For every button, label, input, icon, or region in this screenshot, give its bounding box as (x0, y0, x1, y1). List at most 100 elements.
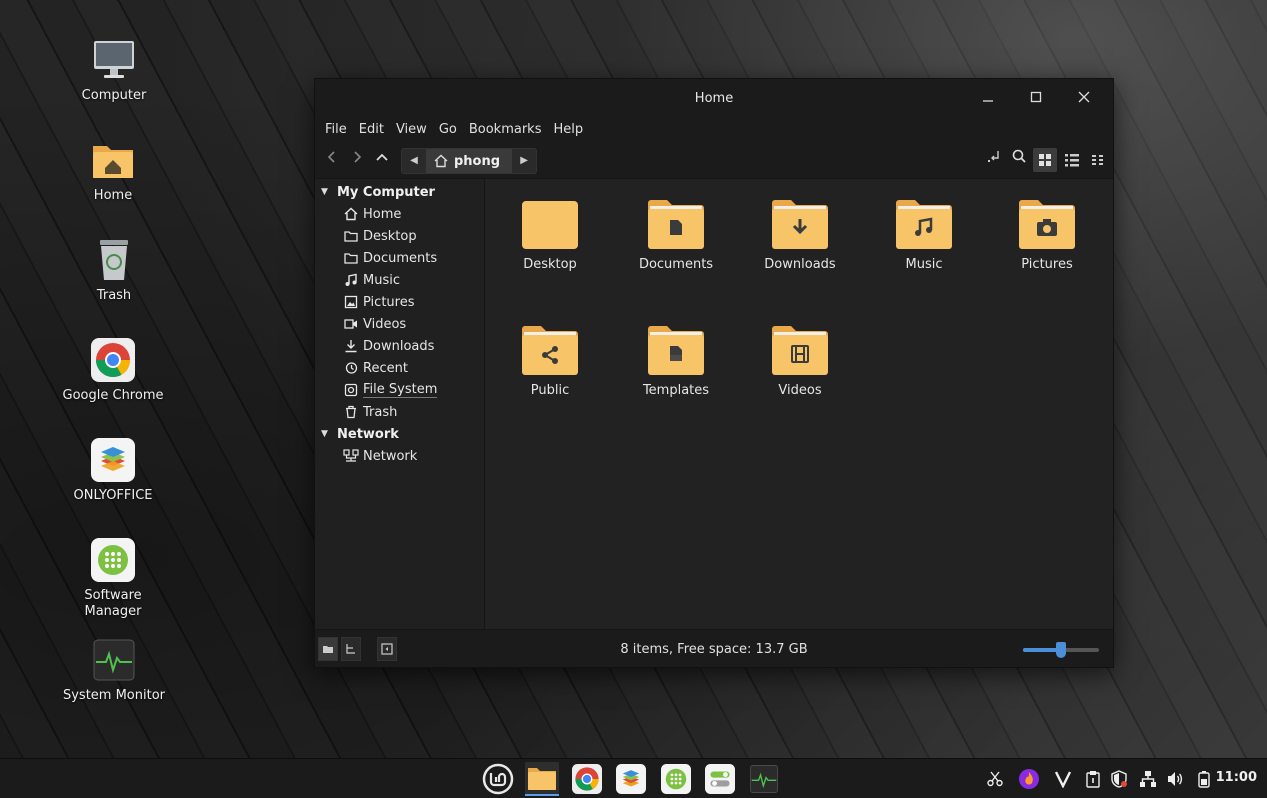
onlyoffice-icon (616, 764, 646, 794)
clock-history-icon (345, 362, 358, 374)
file-item-videos[interactable]: Videos (745, 325, 855, 398)
sidebar-item-file-system[interactable]: File System (315, 379, 484, 401)
minimize-button[interactable] (975, 87, 1001, 111)
list-view-button[interactable] (1060, 148, 1084, 172)
network-icon (1140, 771, 1156, 787)
desktop-icon-home[interactable]: Home (58, 138, 168, 204)
close-icon (1078, 91, 1090, 103)
sidebar-item-pictures[interactable]: Pictures (315, 291, 484, 313)
maximize-button[interactable] (1023, 87, 1049, 111)
file-item-pictures[interactable]: Pictures (992, 199, 1102, 272)
list-icon (1065, 154, 1079, 167)
clock[interactable]: 11:00 (1216, 770, 1257, 785)
battery-icon (1198, 771, 1210, 788)
up-button[interactable] (370, 148, 394, 172)
zoom-slider[interactable] (1023, 642, 1099, 658)
taskbar-system-monitor[interactable] (747, 762, 781, 796)
menu-view[interactable]: View (390, 119, 433, 141)
taskbar-software-manager[interactable] (659, 762, 693, 796)
compact-view-button[interactable] (1086, 148, 1110, 172)
file-item-templates[interactable]: Templates (621, 325, 731, 398)
software-manager-icon (91, 538, 135, 582)
sidebar-item-label: File System (363, 382, 438, 398)
tray-update-manager[interactable] (1108, 768, 1130, 790)
back-button[interactable] (320, 148, 344, 172)
folder-icon (344, 253, 358, 264)
sidebar-item-recent[interactable]: Recent (315, 357, 484, 379)
tray-volume[interactable] (1164, 768, 1186, 790)
taskbar-files[interactable] (525, 762, 559, 796)
sidebar-item-label: Music (363, 272, 400, 288)
sidebar-item-label: Home (363, 206, 402, 222)
breadcrumb-left-button[interactable]: ◀ (402, 149, 426, 173)
menu-edit[interactable]: Edit (353, 119, 390, 141)
expander-down-icon: ▼ (321, 429, 328, 439)
taskbar-chrome[interactable] (570, 762, 604, 796)
tray-battery[interactable] (1193, 768, 1215, 790)
file-item-music[interactable]: Music (869, 199, 979, 272)
sidebar-item-label: Documents (363, 250, 438, 266)
sidebar-item-desktop[interactable]: Desktop (315, 225, 484, 247)
desktop-icon-chrome[interactable]: Google Chrome (58, 338, 168, 404)
file-name: Desktop (523, 257, 577, 272)
folder-pictures-icon (1019, 199, 1075, 249)
sidebar-item-label: Recent (363, 360, 408, 376)
file-item-documents[interactable]: Documents (621, 199, 731, 272)
tray-v-app[interactable] (1052, 768, 1074, 790)
tray-flame[interactable] (1018, 768, 1040, 790)
menu-file[interactable]: File (319, 119, 353, 141)
close-button[interactable] (1071, 87, 1097, 111)
shield-icon (1111, 770, 1127, 788)
sidebar-item-videos[interactable]: Videos (315, 313, 484, 335)
sidebar-item-music[interactable]: Music (315, 269, 484, 291)
sidebar-section-network[interactable]: ▼ Network (315, 423, 484, 445)
folder-icon (344, 231, 358, 242)
content-area: ▼ My Computer Home Desktop Documents Mus… (315, 179, 1113, 629)
menu-help[interactable]: Help (547, 119, 589, 141)
titlebar[interactable]: Home (315, 79, 1113, 119)
search-button[interactable] (1007, 148, 1031, 172)
file-name: Public (530, 383, 570, 398)
sidebar-item-documents[interactable]: Documents (315, 247, 484, 269)
desktop-icon-computer[interactable]: Computer (59, 38, 169, 104)
sidebar-section-title: Network (337, 426, 399, 442)
taskbar-settings[interactable] (703, 762, 737, 796)
folder-public-icon (522, 325, 578, 375)
file-item-downloads[interactable]: Downloads (745, 199, 855, 272)
desktop-icon-trash[interactable]: Trash (59, 238, 169, 304)
music-note-icon (345, 273, 357, 286)
desktop-icon-system-monitor[interactable]: System Monitor (59, 638, 169, 704)
zoom-slider-handle[interactable] (1056, 642, 1066, 658)
sidebar-item-label: Downloads (363, 338, 435, 354)
desktop-icon-onlyoffice[interactable]: ONLYOFFICE (58, 438, 168, 504)
breadcrumb-item-home[interactable]: phong (426, 149, 513, 173)
file-item-desktop[interactable]: Desktop (495, 199, 605, 272)
tray-screenshot[interactable] (984, 768, 1006, 790)
toggle-location-button[interactable] (983, 148, 1007, 172)
sidebar-item-downloads[interactable]: Downloads (315, 335, 484, 357)
breadcrumb-right-button[interactable]: ▶ (512, 149, 536, 173)
taskbar-onlyoffice[interactable] (614, 762, 648, 796)
sidebar-item-home[interactable]: Home (315, 203, 484, 225)
desktop-icon-software-manager[interactable]: Software Manager (58, 538, 168, 620)
folder-downloads-icon (772, 199, 828, 249)
sidebar-section-my-computer[interactable]: ▼ My Computer (315, 181, 484, 203)
desktop-icon-label: Computer (81, 88, 147, 103)
menu-go[interactable]: Go (433, 119, 463, 141)
settings-icon (705, 764, 735, 794)
taskbar-mint-menu[interactable] (481, 762, 515, 796)
tray-network[interactable] (1137, 768, 1159, 790)
sidebar-item-trash[interactable]: Trash (315, 401, 484, 423)
sidebar-item-network[interactable]: Network (315, 445, 484, 467)
file-item-public[interactable]: Public (495, 325, 605, 398)
volume-icon (1168, 772, 1183, 786)
sidebar-item-label: Videos (363, 316, 407, 332)
folder-music-icon (896, 199, 952, 249)
tray-clipboard[interactable] (1082, 768, 1104, 790)
search-icon (1012, 149, 1026, 163)
forward-button[interactable] (345, 148, 369, 172)
icon-view-button[interactable] (1033, 148, 1057, 172)
network-icon (343, 449, 359, 462)
file-name: Downloads (764, 257, 836, 272)
menu-bookmarks[interactable]: Bookmarks (463, 119, 548, 141)
